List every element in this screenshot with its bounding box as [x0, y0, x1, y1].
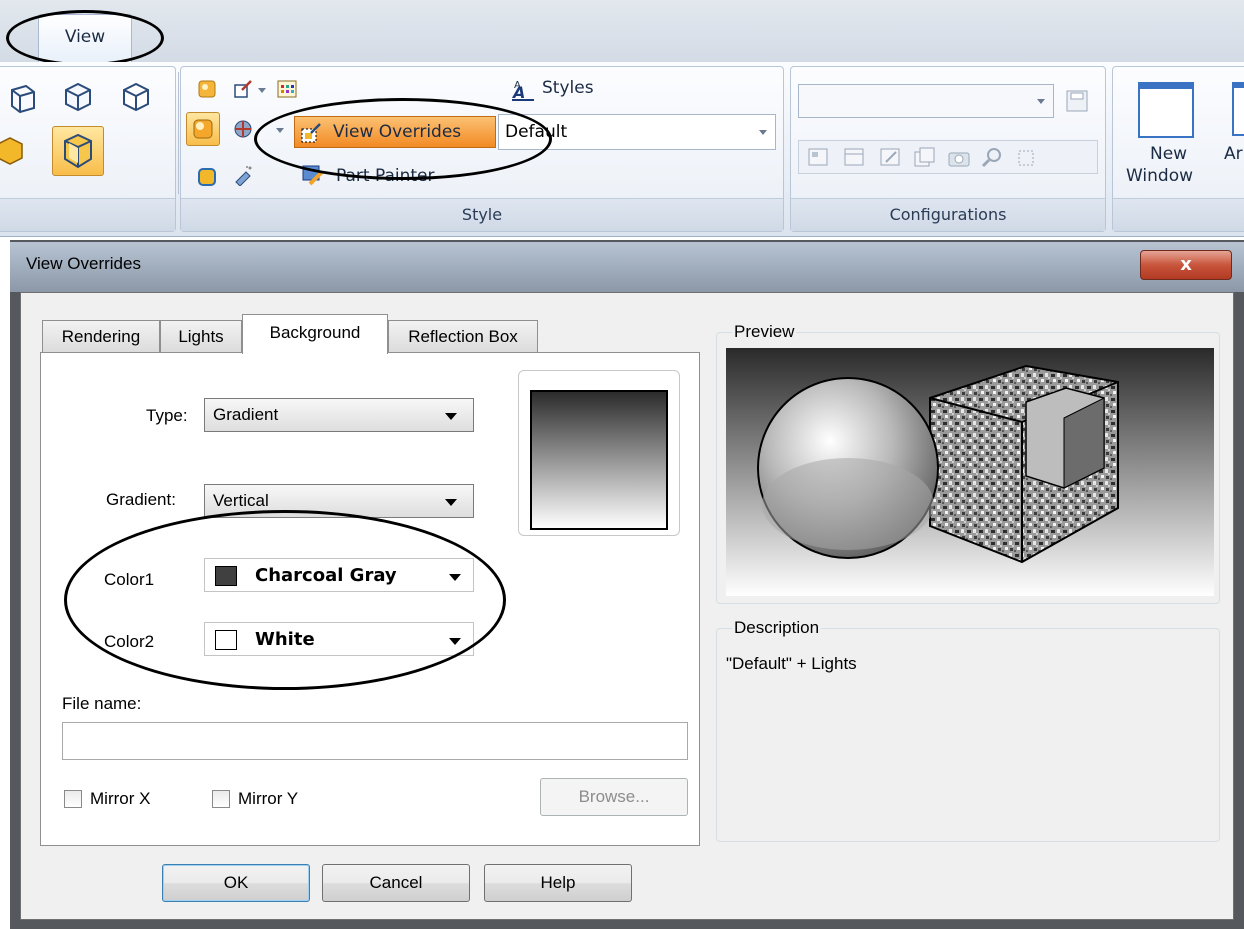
color2-select[interactable]: White — [204, 622, 474, 656]
tab-lights[interactable]: Lights — [160, 320, 242, 352]
shaded-style-button[interactable] — [186, 112, 220, 146]
file-name-label: File name: — [62, 694, 142, 713]
dialog-title: View Overrides — [26, 254, 141, 273]
color2-label: Color2 — [104, 632, 155, 651]
styles-icon[interactable]: A A — [510, 76, 536, 102]
shaded-sphere-icon[interactable] — [196, 78, 218, 100]
tab-rendering[interactable]: Rendering — [42, 320, 160, 352]
group-window-label — [1113, 198, 1244, 231]
blue-shaded-icon[interactable] — [196, 166, 218, 188]
color2-value: White — [255, 629, 315, 650]
palette-grid-icon[interactable] — [276, 78, 298, 100]
ok-button[interactable]: OK — [162, 864, 310, 902]
cancel-button[interactable]: Cancel — [322, 864, 470, 902]
close-button[interactable]: x — [1140, 250, 1232, 280]
preview-label: Preview — [732, 322, 797, 342]
config-camera-icon[interactable] — [946, 146, 972, 170]
sphere-cross-section-icon[interactable] — [232, 118, 254, 140]
chevron-down-icon — [1037, 99, 1045, 104]
config-view-icon[interactable] — [806, 146, 832, 170]
arrange-label-partial[interactable]: Ar — [1224, 144, 1243, 164]
chevron-down-icon — [445, 413, 457, 420]
ribbon-tab-bar — [0, 0, 1244, 62]
dropdown-arrow-icon[interactable] — [276, 128, 284, 133]
new-window-button[interactable]: New Window — [1122, 78, 1208, 198]
type-select-value: Gradient — [213, 405, 279, 424]
tab-background[interactable]: Background — [242, 314, 388, 354]
gradient-label: Gradient: — [106, 490, 176, 509]
paint-spray-icon[interactable] — [232, 164, 254, 186]
chevron-down-icon — [445, 499, 457, 506]
view-overrides-label: View Overrides — [333, 122, 462, 142]
style-combo-value: Default — [505, 122, 568, 142]
type-select[interactable]: Gradient — [204, 398, 474, 432]
config-search-icon[interactable] — [980, 146, 1006, 170]
config-new-icon[interactable] — [842, 146, 868, 170]
ribbon-tab-view[interactable]: View — [38, 14, 132, 62]
chevron-down-icon — [759, 130, 767, 135]
mirror-x-checkbox[interactable] — [64, 790, 82, 808]
config-copy-icon[interactable] — [912, 146, 938, 170]
tab-reflection-box[interactable]: Reflection Box — [388, 320, 538, 352]
color1-value: Charcoal Gray — [255, 565, 397, 586]
part-painter-icon[interactable] — [300, 162, 326, 188]
color2-swatch — [215, 630, 237, 650]
help-button[interactable]: Help — [484, 864, 632, 902]
new-window-label-line2: Window — [1126, 166, 1194, 186]
edit-style-icon[interactable] — [232, 78, 254, 100]
file-name-input[interactable] — [62, 722, 688, 760]
arrange-icon[interactable] — [1232, 82, 1244, 136]
group-views-label — [0, 198, 175, 231]
view-overrides-button[interactable]: View Overrides — [294, 116, 496, 148]
visible-edges-cube-icon[interactable] — [118, 80, 152, 114]
gradient-select-value: Vertical — [213, 491, 269, 510]
color1-label: Color1 — [104, 570, 155, 589]
dropdown-arrow-icon[interactable] — [258, 88, 266, 93]
hidden-lines-cube-icon[interactable] — [60, 80, 94, 114]
chevron-down-icon — [449, 638, 461, 645]
save-configuration-icon[interactable] — [1062, 86, 1092, 116]
view-overrides-icon — [301, 123, 321, 143]
config-edit-icon[interactable] — [878, 146, 904, 170]
shaded-cube-button[interactable] — [52, 126, 104, 176]
styles-label[interactable]: Styles — [542, 78, 594, 98]
group-separator — [178, 72, 179, 194]
shaded-cube-icon — [64, 133, 92, 169]
part-painter-label[interactable]: Part Painter — [336, 166, 434, 186]
description-label: Description — [732, 618, 822, 638]
description-text: "Default" + Lights — [726, 654, 857, 673]
browse-button[interactable]: Browse... — [540, 778, 688, 816]
mirror-y-label[interactable]: Mirror Y — [238, 789, 298, 809]
group-style-label: Style — [181, 198, 783, 231]
gradient-select[interactable]: Vertical — [204, 484, 474, 518]
mirror-x-label[interactable]: Mirror X — [90, 789, 150, 809]
preview-render-image — [726, 348, 1214, 596]
new-window-icon — [1138, 82, 1194, 138]
color1-select[interactable]: Charcoal Gray — [204, 558, 474, 592]
style-combo[interactable]: Default — [498, 114, 776, 150]
gradient-preview-swatch — [530, 390, 668, 530]
dialog-title-bar[interactable] — [10, 242, 1244, 292]
shaded-cube-partial-icon[interactable] — [0, 134, 26, 168]
config-select-icon[interactable] — [1014, 146, 1040, 170]
configurations-combo[interactable] — [798, 84, 1054, 118]
mirror-y-checkbox[interactable] — [212, 790, 230, 808]
new-window-label-line1: New — [1150, 144, 1188, 164]
color1-swatch — [215, 566, 237, 586]
wireframe-cube-icon[interactable] — [4, 82, 38, 116]
type-label: Type: — [146, 406, 188, 425]
close-icon: x — [1180, 254, 1192, 275]
group-configurations-label: Configurations — [791, 198, 1105, 231]
shaded-body-icon — [193, 119, 213, 139]
chevron-down-icon — [449, 574, 461, 581]
